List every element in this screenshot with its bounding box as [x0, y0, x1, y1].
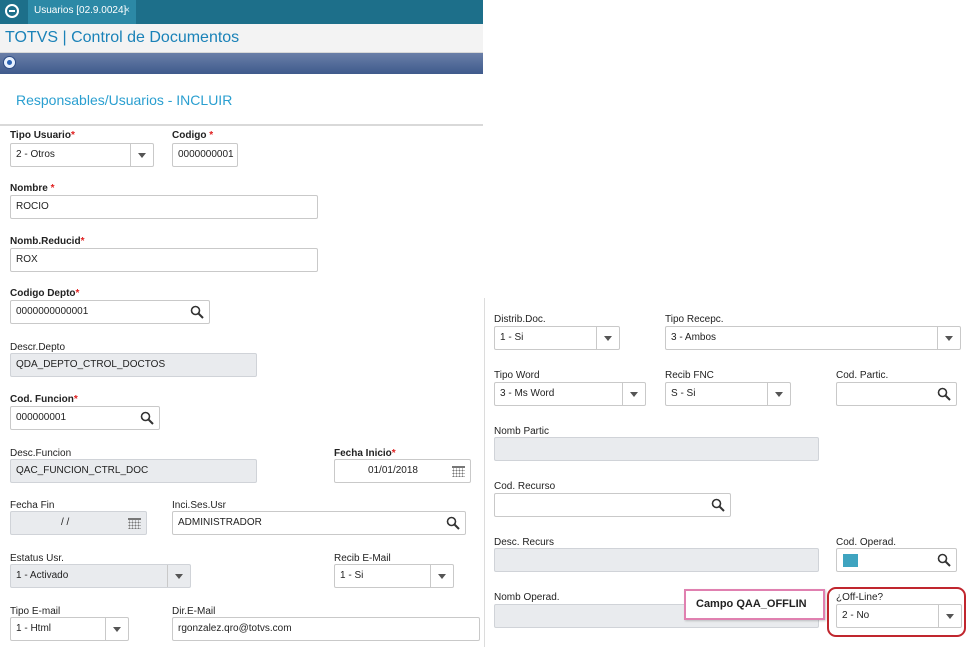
descr-depto-field: QDA_DEPTO_CTROL_DOCTOS	[10, 353, 257, 377]
cod-partic-input[interactable]	[836, 382, 957, 406]
chevron-down-icon[interactable]	[105, 618, 128, 640]
search-icon[interactable]	[711, 498, 725, 512]
inci-ses-usr-label: Inci.Ses.Usr	[172, 500, 226, 511]
form-title: Responsables/Usuarios - INCLUIR	[16, 92, 233, 108]
nav-home-icon[interactable]	[3, 56, 16, 69]
search-icon[interactable]	[937, 553, 951, 567]
desc-recurs-field	[494, 548, 819, 572]
cod-funcion-value: 000000001	[16, 412, 67, 423]
estatus-usr-label: Estatus Usr.	[10, 553, 64, 564]
nav-strip	[0, 53, 483, 74]
dir-email-value: rgonzalez.qro@totvs.com	[178, 623, 292, 634]
recib-fnc-label: Recib FNC	[665, 370, 714, 381]
search-icon[interactable]	[140, 411, 154, 425]
cod-recurso-label: Cod. Recurso	[494, 481, 556, 492]
tab-usuarios[interactable]: Usuarios [02.9.0024] ×	[28, 0, 136, 24]
color-swatch	[843, 554, 858, 567]
chevron-down-icon[interactable]	[596, 327, 619, 349]
tipo-usuario-select[interactable]: 2 - Otros	[10, 143, 154, 167]
distrib-doc-label: Distrib.Doc.	[494, 314, 546, 325]
chevron-down-icon[interactable]	[622, 383, 645, 405]
descr-depto-value: QDA_DEPTO_CTROL_DOCTOS	[16, 359, 166, 370]
fecha-inicio-value: 01/01/2018	[367, 465, 418, 476]
nomb-reducid-label: Nomb.Reducid*	[10, 236, 85, 247]
nomb-partic-field	[494, 437, 819, 461]
codigo-depto-value: 0000000000001	[16, 306, 89, 317]
fecha-inicio-label: Fecha Inicio*	[334, 448, 396, 459]
nomb-operad-label: Nomb Operad.	[494, 592, 560, 603]
recib-email-select[interactable]: 1 - Si	[334, 564, 454, 588]
search-icon[interactable]	[937, 387, 951, 401]
desc-funcion-value: QAC_FUNCION_CTRL_DOC	[16, 465, 149, 476]
tipo-word-value: 3 - Ms Word	[500, 388, 555, 399]
distrib-doc-select[interactable]: 1 - Si	[494, 326, 620, 350]
callout-label: Campo QAA_OFFLIN	[684, 589, 825, 620]
codigo-depto-input[interactable]: 0000000000001	[10, 300, 210, 324]
nomb-reducid-value: ROX	[16, 254, 38, 265]
codigo-input[interactable]: 0000000001	[172, 143, 238, 167]
tipo-email-label: Tipo E-mail	[10, 606, 61, 617]
inci-ses-usr-value: ADMINISTRADOR	[178, 517, 262, 528]
nombre-value: ROCIO	[16, 201, 49, 212]
calendar-icon	[128, 518, 141, 529]
desc-funcion-label: Desc.Funcion	[10, 448, 72, 459]
tipo-word-label: Tipo Word	[494, 370, 540, 381]
fecha-fin-label: Fecha Fin	[10, 500, 55, 511]
app-title: TOTVS | Control de Documentos	[5, 29, 240, 46]
distrib-doc-value: 1 - Si	[500, 332, 524, 343]
tipo-word-select[interactable]: 3 - Ms Word	[494, 382, 646, 406]
cod-funcion-label: Cod. Funcion*	[10, 394, 78, 405]
nomb-partic-label: Nomb Partic	[494, 426, 550, 437]
codigo-value: 0000000001	[178, 149, 234, 160]
tab-bar: Usuarios [02.9.0024] ×	[0, 0, 483, 24]
cod-recurso-input[interactable]	[494, 493, 731, 517]
dir-email-input[interactable]: rgonzalez.qro@totvs.com	[172, 617, 480, 641]
panel-divider	[484, 298, 485, 647]
chevron-down-icon[interactable]	[130, 144, 153, 166]
chevron-down-icon[interactable]	[430, 565, 453, 587]
nombre-input[interactable]: ROCIO	[10, 195, 318, 219]
fecha-fin-value: / /	[61, 517, 70, 528]
tipo-recepc-select[interactable]: 3 - Ambos	[665, 326, 961, 350]
nombre-label: Nombre *	[10, 183, 55, 194]
dir-email-label: Dir.E-Mail	[172, 606, 216, 617]
tab-label: Usuarios [02.9.0024]	[34, 5, 127, 16]
cod-funcion-input[interactable]: 000000001	[10, 406, 160, 430]
recib-email-value: 1 - Si	[340, 570, 364, 581]
tipo-email-select[interactable]: 1 - Html	[10, 617, 129, 641]
nomb-reducid-input[interactable]: ROX	[10, 248, 318, 272]
fecha-fin-field: / /	[10, 511, 147, 535]
recib-email-label: Recib E-Mail	[334, 553, 391, 564]
chevron-down-icon[interactable]	[937, 327, 960, 349]
codigo-depto-label: Codigo Depto*	[10, 288, 80, 299]
cod-partic-label: Cod. Partic.	[836, 370, 889, 381]
cod-operad-label: Cod. Operad.	[836, 537, 897, 548]
inci-ses-usr-input[interactable]: ADMINISTRADOR	[172, 511, 466, 535]
desc-recurs-label: Desc. Recurs	[494, 537, 555, 548]
tipo-usuario-label: Tipo Usuario*	[10, 130, 75, 141]
cod-operad-input[interactable]	[836, 548, 957, 572]
search-icon[interactable]	[190, 305, 204, 319]
totvs-logo-icon	[5, 4, 19, 18]
fecha-inicio-input[interactable]: 01/01/2018	[334, 459, 471, 483]
calendar-icon[interactable]	[452, 466, 465, 477]
tipo-recepc-label: Tipo Recepc.	[665, 314, 724, 325]
chevron-down-icon	[167, 565, 190, 587]
form-header: Responsables/Usuarios - INCLUIR	[0, 74, 483, 126]
tipo-usuario-value: 2 - Otros	[16, 149, 55, 160]
recib-fnc-value: S - Si	[671, 388, 696, 399]
recib-fnc-select[interactable]: S - Si	[665, 382, 791, 406]
estatus-usr-value: 1 - Activado	[16, 570, 69, 581]
tipo-recepc-value: 3 - Ambos	[671, 332, 717, 343]
tipo-email-value: 1 - Html	[16, 623, 51, 634]
desc-funcion-field: QAC_FUNCION_CTRL_DOC	[10, 459, 257, 483]
estatus-usr-select: 1 - Activado	[10, 564, 191, 588]
search-icon[interactable]	[446, 516, 460, 530]
app-title-bar: TOTVS | Control de Documentos	[0, 24, 483, 53]
descr-depto-label: Descr.Depto	[10, 342, 66, 353]
codigo-label: Codigo *	[172, 130, 214, 141]
off-line-highlight	[827, 587, 966, 637]
close-icon[interactable]: ×	[124, 0, 130, 22]
chevron-down-icon[interactable]	[767, 383, 790, 405]
